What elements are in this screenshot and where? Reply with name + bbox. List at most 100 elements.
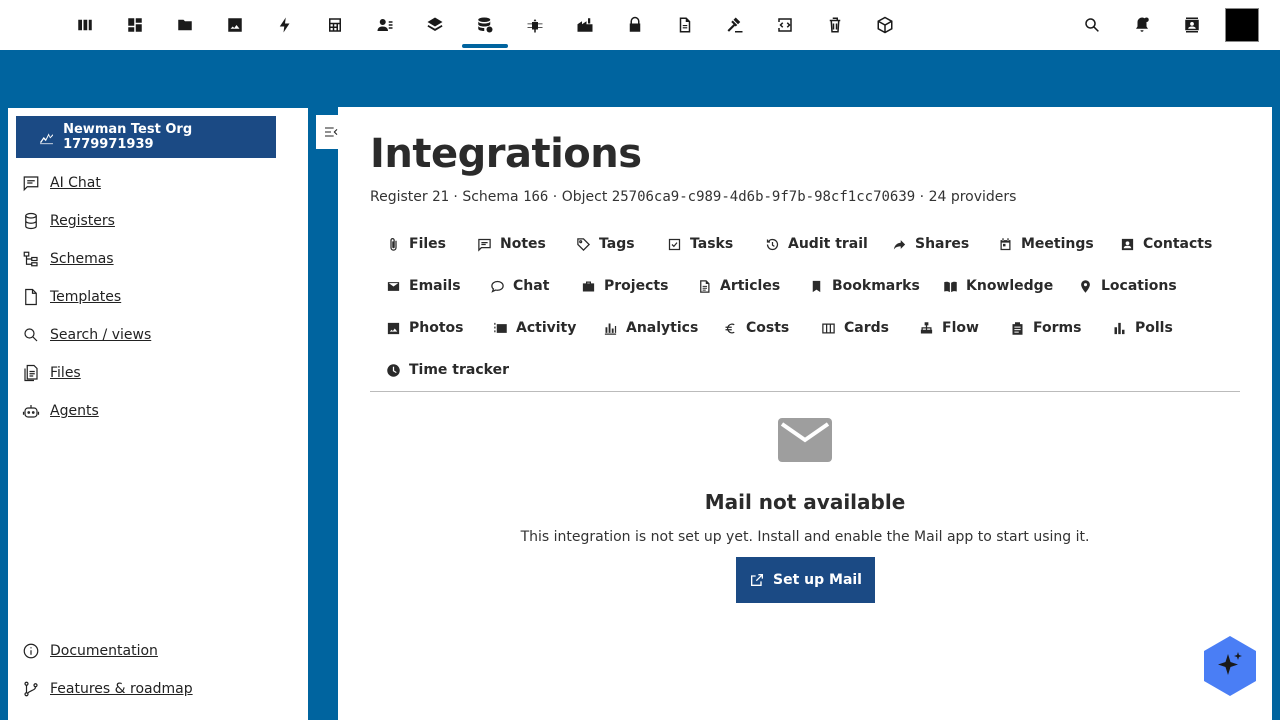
tab-activity[interactable]: Activity <box>493 313 576 343</box>
sidebar: Newman Test Org 1779971939 AI Chat Regis… <box>8 108 308 720</box>
bookmark-icon <box>812 280 821 292</box>
bug-icon[interactable] <box>512 0 558 50</box>
tab-analytics[interactable]: Analytics <box>603 313 698 343</box>
page-title: Integrations <box>370 131 642 177</box>
ai-assistant-button[interactable] <box>1204 636 1256 696</box>
notifications-icon[interactable] <box>1120 0 1164 50</box>
hierarchy-icon <box>23 251 38 267</box>
gavel-icon[interactable] <box>712 0 758 50</box>
tab-forms[interactable]: Forms <box>1010 313 1081 343</box>
columns-icon[interactable] <box>62 0 108 50</box>
tab-audit-trail[interactable]: Audit trail <box>765 229 868 259</box>
factory-icon[interactable] <box>562 0 608 50</box>
schema-label: Schema <box>462 189 519 205</box>
empty-state-title: Mail not available <box>704 490 906 514</box>
info-icon <box>23 643 39 659</box>
sidebar-item-documentation[interactable]: Documentation <box>22 638 158 664</box>
chart-icon <box>40 133 53 145</box>
tab-costs[interactable]: Costs <box>723 313 789 343</box>
sidebar-item-search-views[interactable]: Search / views <box>22 322 151 348</box>
sidebar-item-agents[interactable]: Agents <box>22 398 99 424</box>
tab-bookmarks[interactable]: Bookmarks <box>809 271 920 301</box>
sidebar-item-label: Search / views <box>50 327 152 343</box>
tab-shares[interactable]: Shares <box>892 229 969 259</box>
layers-icon[interactable] <box>412 0 458 50</box>
dashboard-icon[interactable] <box>112 0 158 50</box>
contact-card-icon <box>1121 238 1134 250</box>
providers-count: 24 providers <box>928 189 1017 205</box>
briefcase-icon <box>582 281 595 291</box>
object-label: Object <box>561 189 608 205</box>
bar-chart-icon <box>604 323 617 335</box>
document-icon[interactable] <box>662 0 708 50</box>
tab-knowledge[interactable]: Knowledge <box>943 271 1053 301</box>
top-bar <box>0 0 1280 50</box>
schema-id: 166 <box>523 189 549 205</box>
tab-time-tracker[interactable]: Time tracker <box>386 355 509 385</box>
sidebar-item-label: Registers <box>50 213 115 229</box>
photo-icon <box>387 322 400 334</box>
article-icon <box>700 279 710 293</box>
menu-collapse-icon <box>325 127 338 137</box>
register-id: 21 <box>432 189 449 205</box>
org-switcher-button[interactable]: Newman Test Org 1779971939 <box>16 116 276 158</box>
pin-icon <box>1081 279 1090 293</box>
file-icon <box>25 288 37 306</box>
share-icon <box>893 239 906 249</box>
tab-chat[interactable]: Chat <box>490 271 549 301</box>
contacts-icon[interactable] <box>362 0 408 50</box>
calendar-icon <box>1000 237 1011 250</box>
clipboard-icon <box>1012 321 1023 335</box>
euro-icon <box>725 323 735 333</box>
tab-files[interactable]: Files <box>386 229 446 259</box>
tag-icon <box>577 237 591 251</box>
tab-meetings[interactable]: Meetings <box>998 229 1094 259</box>
setup-mail-button[interactable]: Set up Mail <box>736 557 875 603</box>
database-settings-icon[interactable] <box>462 0 508 50</box>
columns-icon <box>822 323 835 333</box>
tab-tasks[interactable]: Tasks <box>667 229 733 259</box>
database-icon <box>25 212 37 230</box>
mail-icon <box>778 418 832 462</box>
chat-icon <box>23 176 39 192</box>
paperclip-icon <box>390 237 397 251</box>
tab-tags[interactable]: Tags <box>576 229 635 259</box>
chat-bubble-icon <box>491 280 504 293</box>
sidebar-item-label: Features & roadmap <box>50 681 193 697</box>
tab-photos[interactable]: Photos <box>386 313 464 343</box>
sidebar-item-label: Schemas <box>50 251 114 267</box>
sidebar-item-features-roadmap[interactable]: Features & roadmap <box>22 676 193 702</box>
tab-articles[interactable]: Articles <box>697 271 780 301</box>
code-tag-icon[interactable] <box>762 0 808 50</box>
roadmap-icon <box>24 681 38 697</box>
tab-locations[interactable]: Locations <box>1078 271 1177 301</box>
cube-icon[interactable] <box>862 0 908 50</box>
register-label: Register <box>370 189 428 205</box>
folder-icon[interactable] <box>162 0 208 50</box>
lock-icon[interactable] <box>612 0 658 50</box>
tab-cards[interactable]: Cards <box>821 313 889 343</box>
object-id: 25706ca9-c989-4d6b-9f7b-98cf1cc70639 <box>611 189 916 205</box>
book-icon <box>944 281 957 292</box>
tab-notes[interactable]: Notes <box>477 229 546 259</box>
image-icon[interactable] <box>212 0 258 50</box>
sidebar-item-schemas[interactable]: Schemas <box>22 246 114 272</box>
clock-icon <box>387 363 400 377</box>
avatar[interactable] <box>1225 8 1259 42</box>
sidebar-item-registers[interactable]: Registers <box>22 208 115 234</box>
trash-icon[interactable] <box>812 0 858 50</box>
contacts-book-icon[interactable] <box>1170 0 1214 50</box>
sidebar-item-templates[interactable]: Templates <box>22 284 121 310</box>
tab-polls[interactable]: Polls <box>1112 313 1173 343</box>
tab-flow[interactable]: Flow <box>919 313 979 343</box>
sidebar-item-files[interactable]: Files <box>22 360 81 386</box>
search-icon[interactable] <box>1070 0 1114 50</box>
bolt-icon[interactable] <box>262 0 308 50</box>
tab-contacts[interactable]: Contacts <box>1120 229 1212 259</box>
sidebar-item-ai-chat[interactable]: AI Chat <box>22 170 101 196</box>
history-icon <box>766 238 779 250</box>
tab-projects[interactable]: Projects <box>581 271 668 301</box>
calculator-icon[interactable] <box>312 0 358 50</box>
tab-emails[interactable]: Emails <box>386 271 461 301</box>
sidebar-item-label: Agents <box>50 403 99 419</box>
